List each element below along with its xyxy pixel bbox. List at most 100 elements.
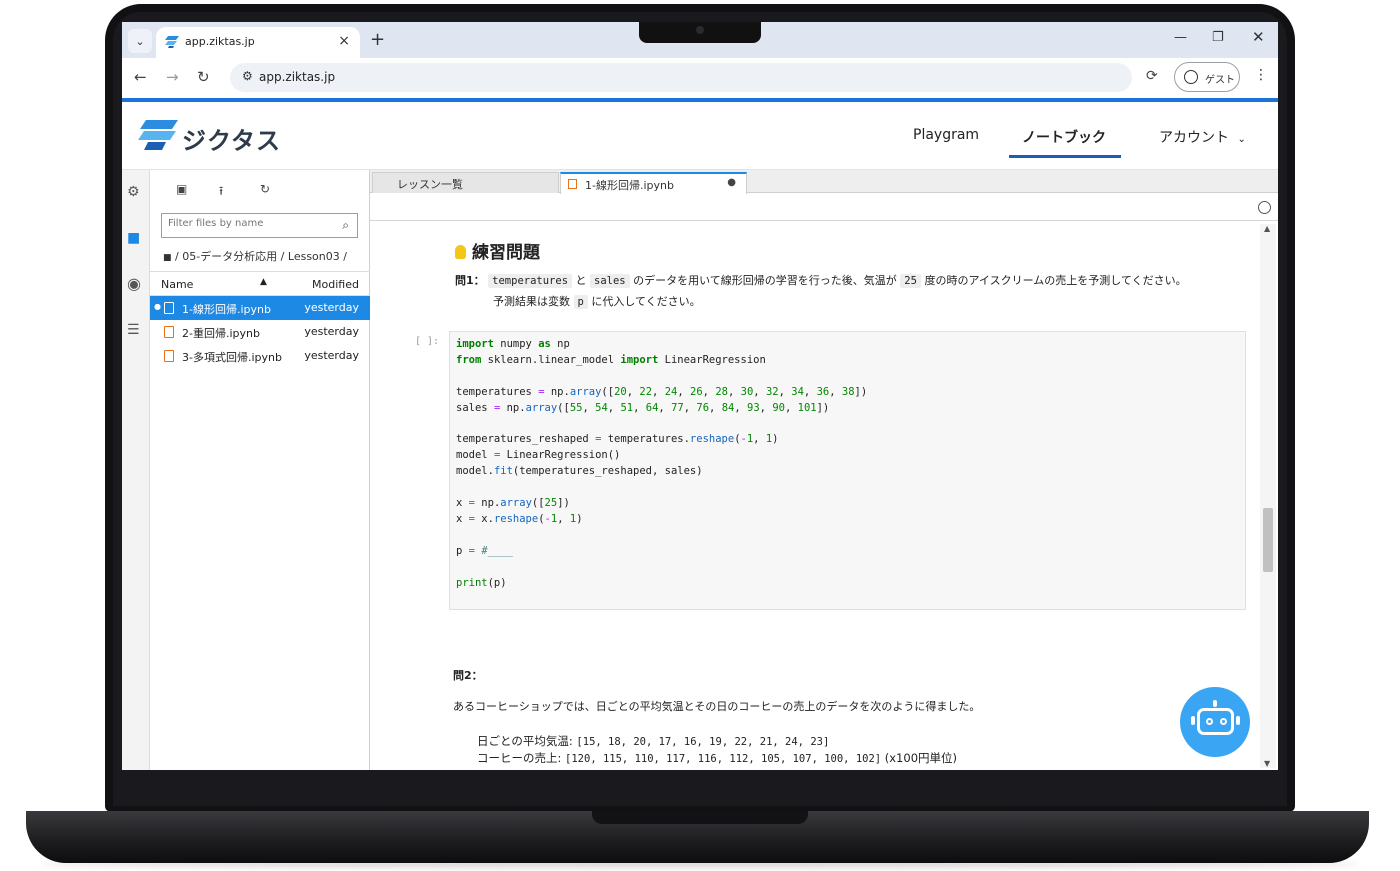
notebook-scrollbar[interactable]: ▲ ▼ <box>1260 224 1276 768</box>
breadcrumb-path: / 05-データ分析応用 / Lesson03 / <box>175 250 347 263</box>
question-text: に代入してください。 <box>591 295 701 308</box>
chevron-down-icon: ⌄ <box>1237 134 1246 145</box>
question-1: 問1： temperatures と sales のデータを用いて線形回帰の学習… <box>455 272 1187 288</box>
upload-icon[interactable]: ⭱ <box>219 182 223 203</box>
notebook-file-icon <box>164 350 174 362</box>
browser-tab[interactable]: app.ziktas.jp × <box>156 27 360 58</box>
robot-ear-icon <box>1236 716 1240 725</box>
inline-code: temperatures <box>488 274 573 288</box>
camera-icon <box>696 26 704 34</box>
browser-toolbar: ← → ↻ ⚙ app.ziktas.jp ⟳ ゲスト ⋮ <box>122 58 1278 98</box>
file-name: 2-重回帰.ipynb <box>182 327 260 340</box>
file-row[interactable]: 3-多項式回帰.ipynb yesterday <box>150 344 370 368</box>
table-of-contents-icon[interactable]: ☰ <box>127 322 140 338</box>
question-2-text: あるコーヒーショップでは、日ごとの平均気温とその日のコーヒーの売上のデータを次の… <box>453 700 981 713</box>
file-browser: ▣ ⭱ ↻ ⌕ ■ / 05-データ分析応用 / Lesson03 / Name… <box>150 170 370 770</box>
file-name: 1-線形回帰.ipynb <box>182 303 271 316</box>
close-window-icon[interactable]: ✕ <box>1252 28 1265 46</box>
inline-code: 25 <box>900 274 921 288</box>
tab-label: 1-線形回帰.ipynb <box>585 179 674 192</box>
data-unit: (x100円単位) <box>884 751 957 765</box>
scroll-up-icon[interactable]: ▲ <box>1264 224 1270 233</box>
restore-icon[interactable]: ❐ <box>1212 30 1224 45</box>
file-name: 3-多項式回帰.ipynb <box>182 351 282 364</box>
running-kernels-icon[interactable]: ◉ <box>127 274 141 293</box>
column-modified[interactable]: Modified <box>312 278 359 291</box>
laptop-hinge <box>592 811 808 824</box>
robot-eye-icon <box>1206 718 1213 725</box>
question-label: 問1： <box>455 274 485 287</box>
nav-playgram[interactable]: Playgram <box>913 127 979 143</box>
inline-code: p <box>573 295 588 309</box>
question-text: と <box>575 274 587 287</box>
notebook-area: レッスン一覧 1-線形回帰.ipynb ● ▲ ▼ 練習問題 問1： tempe… <box>370 170 1278 770</box>
avatar-icon <box>1184 70 1198 84</box>
filter-files-input[interactable] <box>168 218 328 229</box>
file-row[interactable]: ● 1-線形回帰.ipynb yesterday <box>150 296 370 320</box>
reload-icon[interactable]: ↻ <box>197 68 210 86</box>
profile-label: ゲスト <box>1205 75 1235 86</box>
screen: ⌄ app.ziktas.jp × + — ❐ ✕ ← → ↻ ⚙ app.zi… <box>122 22 1278 770</box>
column-name[interactable]: Name <box>161 278 193 291</box>
chatbot-button[interactable] <box>1180 687 1250 757</box>
new-folder-icon[interactable]: ▣ <box>176 182 187 196</box>
toolbar-divider <box>370 220 1278 221</box>
nav-account-label: アカウント <box>1159 130 1229 146</box>
file-modified: yesterday <box>304 301 359 314</box>
file-row[interactable]: 2-重回帰.ipynb yesterday <box>150 320 370 344</box>
question-2-label: 問2： <box>453 669 483 682</box>
more-menu-icon[interactable]: ⋮ <box>1254 67 1268 83</box>
cell-prompt: [ ]: <box>415 336 440 347</box>
unsaved-indicator-icon[interactable]: ● <box>727 177 736 188</box>
question-text: のデータを用いて線形回帰の学習を行った後、気温が <box>633 274 897 287</box>
logo-text[interactable]: ジクタス <box>182 121 281 156</box>
nav-account[interactable]: アカウント ⌄ <box>1159 127 1246 147</box>
tab-lesson-list[interactable]: レッスン一覧 <box>372 172 559 193</box>
extension-icon[interactable]: ⟳ <box>1146 68 1158 84</box>
chevron-down-icon: ⌄ <box>135 34 145 48</box>
sort-ascending-icon: ▲ <box>260 277 267 287</box>
site-settings-icon[interactable]: ⚙ <box>242 69 253 83</box>
notebook-file-icon <box>164 302 174 314</box>
notebook-file-icon <box>164 326 174 338</box>
scroll-down-icon[interactable]: ▼ <box>1264 759 1270 768</box>
code-cell[interactable]: import numpy as np from sklearn.linear_m… <box>449 331 1246 610</box>
filter-files-field[interactable]: ⌕ <box>161 213 358 238</box>
new-tab-button[interactable]: + <box>370 29 385 50</box>
breadcrumb[interactable]: ■ / 05-データ分析応用 / Lesson03 / <box>163 248 347 264</box>
file-modified: yesterday <box>304 349 359 362</box>
forward-icon[interactable]: → <box>166 68 179 86</box>
folder-icon[interactable]: ■ <box>127 230 140 246</box>
file-modified: yesterday <box>304 325 359 338</box>
kernel-status-icon[interactable] <box>1258 201 1271 214</box>
lightbulb-icon <box>455 245 466 259</box>
address-bar[interactable]: ⚙ app.ziktas.jp <box>230 63 1132 92</box>
nav-notebook[interactable]: ノートブック <box>1022 127 1106 147</box>
url-text: app.ziktas.jp <box>259 70 336 84</box>
search-icon: ⌕ <box>342 218 349 232</box>
ziktas-favicon-icon <box>165 36 179 48</box>
back-icon[interactable]: ← <box>134 68 147 86</box>
notebook-tabbar: レッスン一覧 1-線形回帰.ipynb ● <box>370 170 1278 194</box>
code-editor[interactable]: import numpy as np from sklearn.linear_m… <box>456 337 867 592</box>
profile-button[interactable]: ゲスト <box>1174 62 1240 92</box>
heading-text: 練習問題 <box>472 243 540 263</box>
file-list-header: Name ▲ Modified <box>150 271 370 296</box>
close-icon[interactable]: × <box>338 33 350 49</box>
robot-ear-icon <box>1191 716 1195 725</box>
inline-code: sales <box>590 274 630 288</box>
question-text: 度の時のアイスクリームの売上を予測してください。 <box>924 274 1187 287</box>
tab-notebook[interactable]: 1-線形回帰.ipynb ● <box>560 172 747 194</box>
question-text: 予測結果は変数 <box>493 295 570 308</box>
scrollbar-thumb[interactable] <box>1263 508 1273 572</box>
ziktas-logo-icon[interactable] <box>136 118 182 152</box>
refresh-icon[interactable]: ↻ <box>260 182 270 196</box>
camera-notch <box>639 22 761 43</box>
app-header: ジクタス Playgram ノートブック アカウント ⌄ <box>122 102 1278 170</box>
settings-gears-icon[interactable]: ⚙ <box>127 184 140 200</box>
active-nav-indicator <box>1009 155 1121 158</box>
tab-search-button[interactable]: ⌄ <box>128 29 152 53</box>
data-label: 日ごとの平均気温: <box>477 734 573 748</box>
minimize-icon[interactable]: — <box>1174 30 1187 45</box>
tab-title: app.ziktas.jp <box>185 35 255 48</box>
